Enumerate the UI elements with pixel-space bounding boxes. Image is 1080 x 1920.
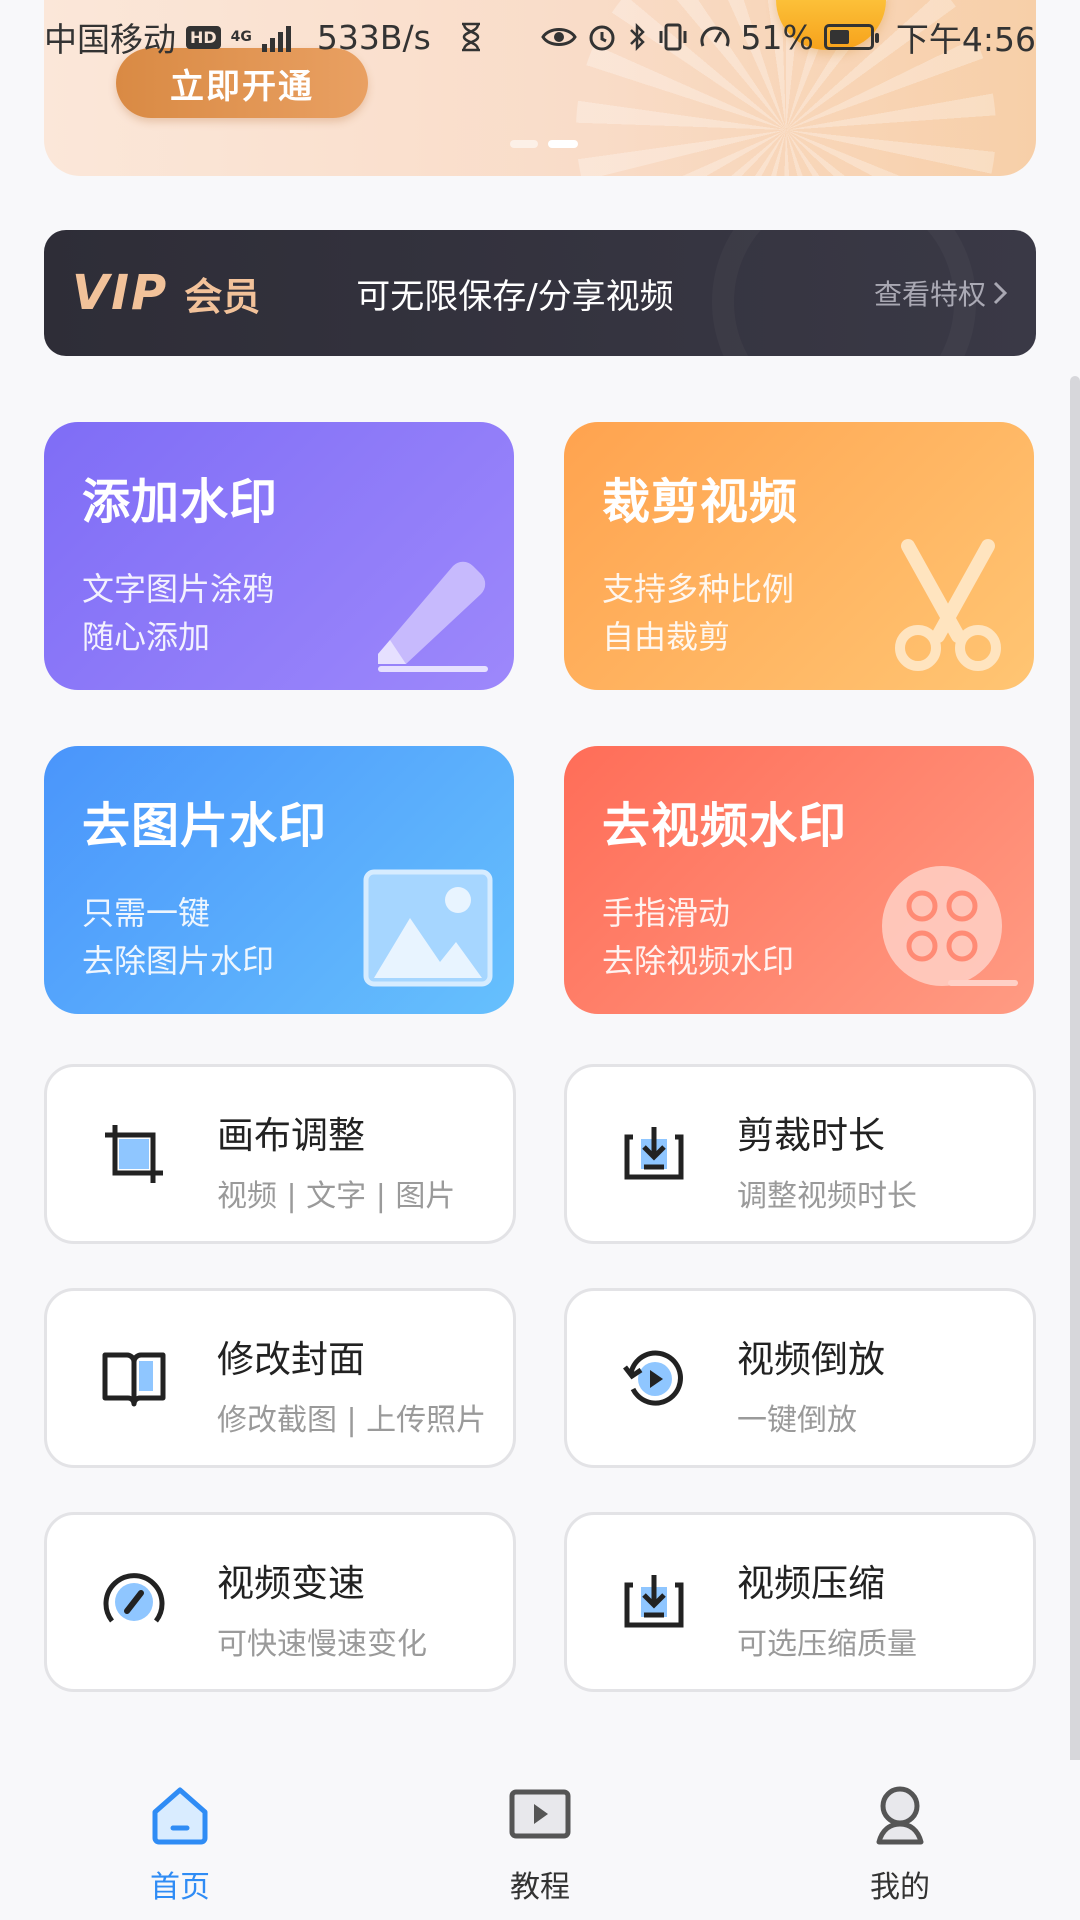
user-icon: [876, 1786, 924, 1845]
nav-label: 教程: [510, 1870, 570, 1905]
nav-item-tutorial[interactable]: 教程: [460, 1782, 620, 1906]
nav-label: 首页: [150, 1870, 210, 1905]
tool-subtitle: 视频 | 文字 | 图片: [217, 1179, 456, 1214]
tool-title: 剪裁时长: [737, 1114, 885, 1157]
trim-duration-tool[interactable]: 剪裁时长 调整视频时长: [564, 1064, 1036, 1244]
alarm-icon: [587, 22, 617, 52]
view-privileges-link[interactable]: 查看特权: [874, 273, 1008, 313]
status-left: 中国移动 HD 4G 533B/s: [44, 13, 483, 61]
add-watermark-card[interactable]: 添加水印 文字图片涂鸦 随心添加: [44, 422, 514, 690]
speed-change-tool[interactable]: 视频变速 可快速慢速变化: [44, 1512, 516, 1692]
vip-member-label: 会员: [184, 274, 261, 319]
card-subtitle: 文字图片涂鸦: [82, 570, 275, 608]
hd-badge: HD: [186, 25, 221, 49]
battery-fill: [829, 30, 850, 44]
trim-icon: [624, 1127, 684, 1180]
tool-subtitle: 可选压缩质量: [737, 1627, 917, 1662]
play-icon: [509, 1789, 571, 1839]
book-icon: [102, 1352, 166, 1407]
vip-logo: VIP: [72, 265, 169, 321]
card-subtitle: 手指滑动: [602, 894, 731, 932]
carrier-name: 中国移动: [44, 20, 176, 59]
nav-item-home[interactable]: 首页: [100, 1782, 260, 1906]
tool-subtitle: 可快速慢速变化: [217, 1627, 427, 1662]
card-title: 添加水印: [82, 474, 279, 530]
canvas-adjust-tool[interactable]: 画布调整 视频 | 文字 | 图片: [44, 1064, 516, 1244]
image-icon: [363, 869, 493, 987]
crop-icon: [105, 1125, 163, 1183]
tool-title: 画布调整: [217, 1114, 365, 1157]
remove-video-watermark-card[interactable]: 去视频水印 手指滑动 去除视频水印: [564, 746, 1034, 1014]
tool-title: 视频倒放: [737, 1338, 885, 1381]
page-dot-active: [548, 140, 578, 148]
tool-subtitle: 调整视频时长: [737, 1179, 917, 1214]
scrollbar[interactable]: [1070, 376, 1080, 1766]
page-dot: [510, 140, 538, 148]
speedometer-icon: [103, 1573, 165, 1623]
card-subtitle: 支持多种比例: [602, 570, 795, 608]
view-privileges-label: 查看特权: [873, 278, 986, 311]
home-icon: [152, 1787, 208, 1845]
compress-video-tool[interactable]: 视频压缩 可选压缩质量: [564, 1512, 1036, 1692]
nav-label: 我的: [870, 1870, 930, 1905]
vip-description: 可无限保存/分享视频: [356, 276, 674, 317]
card-subtitle: 只需一键: [82, 894, 211, 932]
card-title: 去视频水印: [602, 798, 848, 854]
tool-subtitle: 一键倒放: [737, 1403, 857, 1438]
battery-percent: 51%: [740, 17, 814, 57]
card-subtitle: 自由裁剪: [602, 618, 731, 656]
tool-title: 视频变速: [217, 1562, 365, 1605]
tool-title: 视频压缩: [737, 1562, 885, 1605]
reverse-video-tool[interactable]: 视频倒放 一键倒放: [564, 1288, 1036, 1468]
chevron-right-icon: [993, 281, 1008, 305]
card-subtitle: 去除图片水印: [82, 942, 275, 980]
status-right: 51% 下午4:56: [540, 13, 1036, 61]
status-bar: 中国移动 HD 4G 533B/s 51% 下午4:56: [0, 12, 1080, 62]
clock: 下午4:56: [895, 20, 1036, 59]
pencil-icon: [378, 561, 488, 672]
reverse-play-icon: [623, 1350, 683, 1406]
signal-icon: [261, 22, 291, 52]
battery-icon: [823, 24, 879, 50]
bottom-navigation: 首页 教程 我的: [0, 1760, 1080, 1920]
edit-cover-tool[interactable]: 修改封面 修改截图 | 上传照片: [44, 1288, 516, 1468]
nav-item-mine[interactable]: 我的: [820, 1782, 980, 1906]
bluetooth-icon: [627, 22, 647, 52]
eye-icon: [540, 22, 577, 52]
network-type: 4G: [230, 29, 252, 45]
card-title: 去图片水印: [82, 798, 328, 854]
tool-title: 修改封面: [217, 1338, 365, 1381]
gauge-icon: [699, 22, 731, 52]
vibrate-icon: [657, 22, 689, 52]
hourglass-icon: [459, 22, 483, 52]
banner-page-indicator: [510, 140, 578, 148]
network-speed: 533B/s: [316, 17, 431, 57]
crop-video-card[interactable]: 裁剪视频 支持多种比例 自由裁剪: [564, 422, 1034, 690]
remove-image-watermark-card[interactable]: 去图片水印 只需一键 去除图片水印: [44, 746, 514, 1014]
vip-membership-bar[interactable]: VIP 会员 可无限保存/分享视频 查看特权: [44, 230, 1036, 356]
card-title: 裁剪视频: [602, 474, 799, 530]
card-subtitle: 随心添加: [82, 618, 211, 656]
scissors-icon: [895, 539, 1001, 671]
compress-icon: [624, 1575, 684, 1628]
card-subtitle: 去除视频水印: [602, 942, 795, 980]
tool-subtitle: 修改截图 | 上传照片: [217, 1403, 487, 1438]
film-reel-icon: [882, 866, 1018, 986]
